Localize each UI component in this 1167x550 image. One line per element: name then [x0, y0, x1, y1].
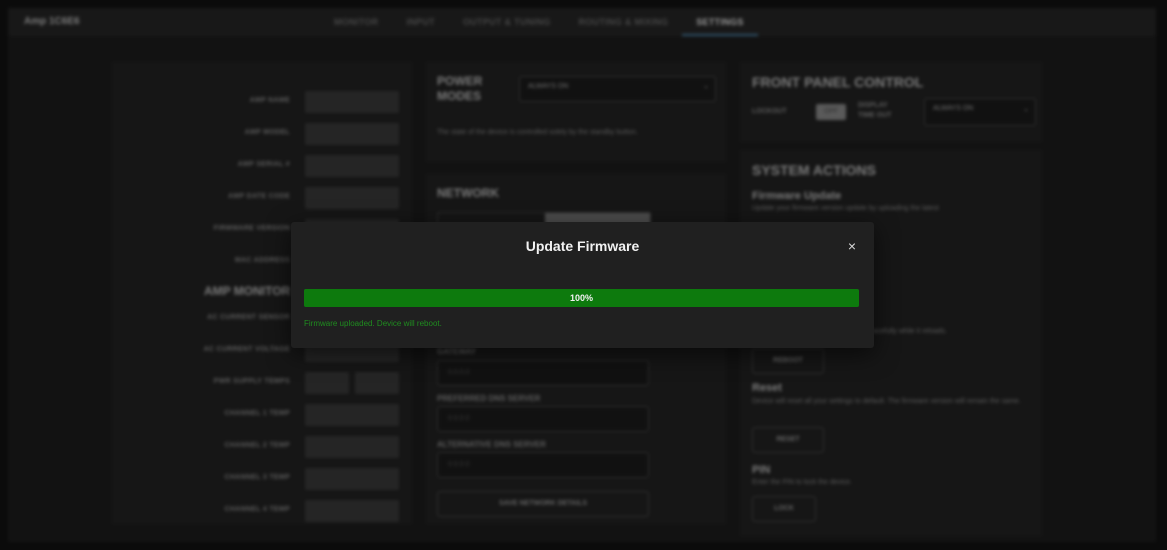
modal-title: Update Firmware [525, 238, 640, 254]
upload-status-message: Firmware uploaded. Device will reboot. [304, 319, 442, 328]
update-firmware-modal: Update Firmware × 100% Firmware uploaded… [291, 222, 874, 348]
upload-progress-bar: 100% [304, 289, 859, 307]
close-icon[interactable]: × [848, 238, 856, 254]
upload-progress-text: 100% [569, 293, 594, 303]
